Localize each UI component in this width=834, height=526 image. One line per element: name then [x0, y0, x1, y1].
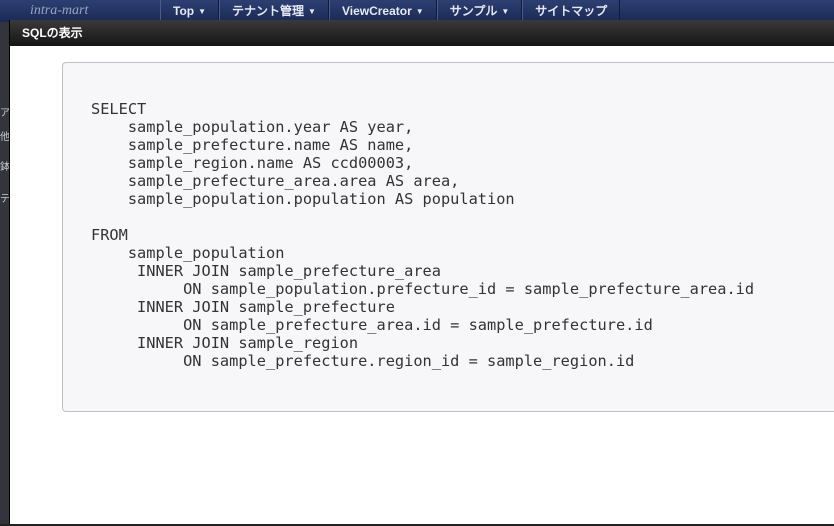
sql-text[interactable]: SELECT sample_population.year AS year, s… — [91, 100, 754, 370]
dialog-titlebar[interactable]: SQLの表示 — [10, 20, 834, 46]
nav-item-sample[interactable]: サンプル ▼ — [436, 0, 523, 22]
sql-dialog: SQLの表示 SELECT sample_population.year AS … — [10, 20, 834, 526]
nav-item-top[interactable]: Top ▼ — [160, 0, 220, 22]
chevron-down-icon: ▼ — [308, 6, 316, 16]
chevron-down-icon: ▼ — [198, 6, 207, 16]
chevron-down-icon: ▼ — [501, 6, 510, 16]
chevron-down-icon: ▼ — [415, 6, 424, 16]
global-nav: Top ▼ テナント管理 ▼ ViewCreator ▼ サンプル ▼ サイトマップ — [160, 0, 621, 22]
dialog-title: SQLの表示 — [22, 26, 83, 40]
nav-item-label: Top — [173, 4, 195, 18]
nav-item-label: サイトマップ — [535, 4, 608, 18]
nav-item-tenant-admin[interactable]: テナント管理 ▼ — [219, 0, 329, 22]
nav-item-label: サンプル — [449, 4, 498, 18]
nav-item-viewcreator[interactable]: ViewCreator ▼ — [328, 0, 437, 22]
sql-code-panel: SELECT sample_population.year AS year, s… — [62, 62, 834, 412]
nav-item-label: ViewCreator — [341, 4, 412, 18]
nav-item-sitemap[interactable]: サイトマップ — [522, 0, 621, 22]
app-logo: intra-mart — [30, 3, 89, 18]
nav-item-label: テナント管理 — [232, 4, 305, 18]
